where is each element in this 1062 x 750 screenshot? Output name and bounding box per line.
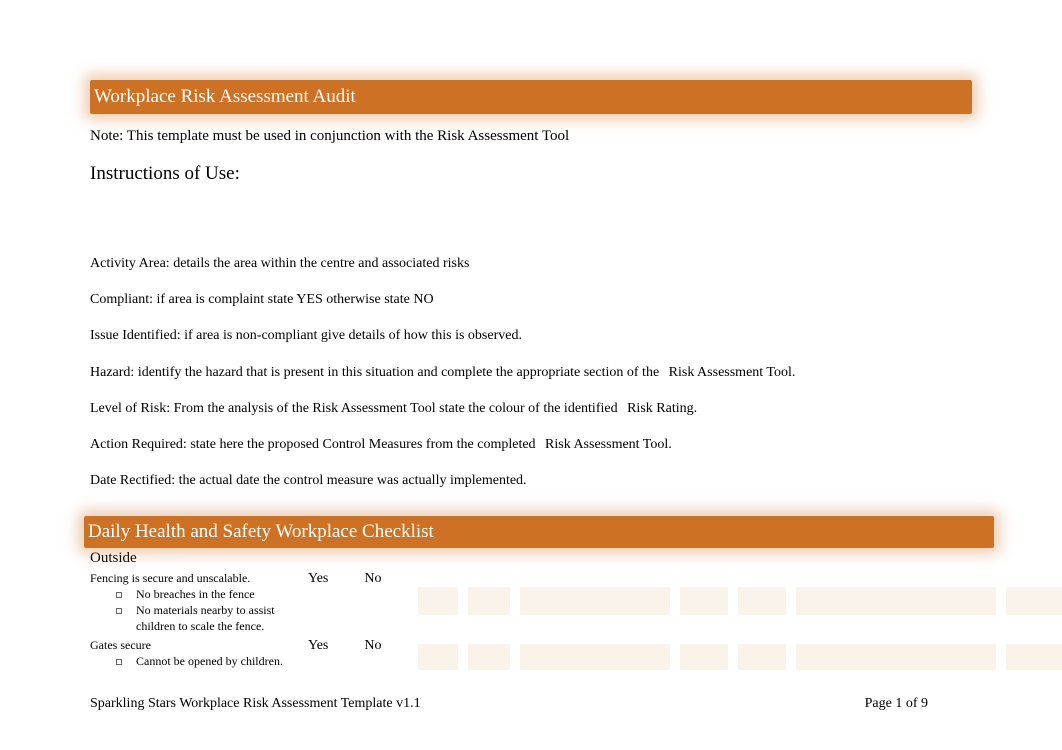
definition-row: Issue Identified: if area is non-complia… [90, 327, 972, 345]
definition-row: Action Required: state here the proposed… [90, 436, 972, 454]
definition-label: Issue Identified: [90, 328, 181, 343]
no-label: No [364, 571, 381, 587]
definition-extra: Risk Assessment Tool. [669, 365, 796, 380]
definitions-block: Activity Area: details the area within t… [90, 255, 972, 490]
activity-title: Fencing is secure and unscalable. [90, 571, 302, 586]
empty-cell [680, 644, 728, 670]
empty-cell [520, 644, 670, 670]
empty-cell [1006, 644, 1062, 670]
definition-row: Date Rectified: the actual date the cont… [90, 472, 972, 490]
empty-cell [1006, 587, 1062, 615]
activity-title: Gates secure [90, 638, 302, 653]
note-text: Note: This template must be used in conj… [90, 128, 972, 145]
definition-label: Action Required: [90, 437, 187, 452]
definition-label: Date Rectified: [90, 473, 175, 488]
page: Workplace Risk Assessment Audit Note: Th… [0, 0, 1062, 672]
activity-cell: Gates secure Cannot be opened by childre… [90, 638, 308, 670]
yes-label: Yes [308, 638, 328, 654]
definition-row: Compliant: if area is complaint state YE… [90, 291, 972, 309]
definition-row: Activity Area: details the area within t… [90, 255, 972, 273]
definition-text: if area is non-compliant give details of… [184, 328, 522, 343]
definition-text: From the analysis of the Risk Assessment… [174, 401, 618, 416]
yesno-cell: Yes No [308, 638, 418, 654]
empty-cell [796, 587, 996, 615]
definition-label: Hazard: [90, 365, 134, 380]
empty-cells [418, 638, 1062, 670]
empty-cells [418, 571, 1062, 615]
definition-text: if area is complaint state YES otherwise… [157, 292, 434, 307]
empty-cell [468, 587, 510, 615]
table-row: Fencing is secure and unscalable. No bre… [90, 569, 972, 636]
checklist-banner: Daily Health and Safety Workplace Checkl… [84, 516, 994, 548]
empty-cell [796, 644, 996, 670]
checklist-subheading: Outside [90, 550, 972, 567]
definition-row: Level of Risk: From the analysis of the … [90, 400, 972, 418]
empty-cell [468, 644, 510, 670]
empty-cell [738, 587, 786, 615]
footer-left: Sparkling Stars Workplace Risk Assessmen… [90, 696, 421, 712]
definition-text: details the area within the centre and a… [173, 256, 469, 271]
definition-label: Compliant: [90, 292, 153, 307]
definition-text: the actual date the control measure was … [179, 473, 527, 488]
definition-text: identify the hazard that is present in t… [138, 365, 659, 380]
definition-extra: Risk Rating. [627, 401, 697, 416]
definition-text: state here the proposed Control Measures… [190, 437, 535, 452]
list-item: Cannot be opened by children. [114, 654, 302, 670]
list-item: No materials nearby to assist children t… [114, 603, 302, 634]
checklist-section: Daily Health and Safety Workplace Checkl… [90, 516, 972, 672]
list-item: No breaches in the fence [114, 587, 302, 603]
empty-cell [418, 587, 458, 615]
empty-cell [738, 644, 786, 670]
table-row: Gates secure Cannot be opened by childre… [90, 636, 972, 672]
yes-label: Yes [308, 571, 328, 587]
title-banner: Workplace Risk Assessment Audit [90, 80, 972, 114]
yesno-cell: Yes No [308, 571, 418, 587]
no-label: No [364, 638, 381, 654]
definition-row: Hazard: identify the hazard that is pres… [90, 364, 972, 382]
footer-right: Page 1 of 9 [865, 696, 928, 712]
activity-bullets: No breaches in the fence No materials ne… [90, 587, 302, 634]
definition-label: Level of Risk: [90, 401, 170, 416]
definition-extra: Risk Assessment Tool. [545, 437, 672, 452]
instructions-heading: Instructions of Use: [90, 163, 972, 185]
empty-cell [520, 587, 670, 615]
empty-cell [418, 644, 458, 670]
definition-label: Activity Area: [90, 256, 170, 271]
page-title: Workplace Risk Assessment Audit [94, 86, 356, 107]
page-footer: Sparkling Stars Workplace Risk Assessmen… [90, 696, 928, 712]
checklist-table: Fencing is secure and unscalable. No bre… [90, 569, 972, 672]
activity-cell: Fencing is secure and unscalable. No bre… [90, 571, 308, 634]
checklist-title: Daily Health and Safety Workplace Checkl… [88, 521, 434, 542]
empty-cell [680, 587, 728, 615]
activity-bullets: Cannot be opened by children. [90, 654, 302, 670]
